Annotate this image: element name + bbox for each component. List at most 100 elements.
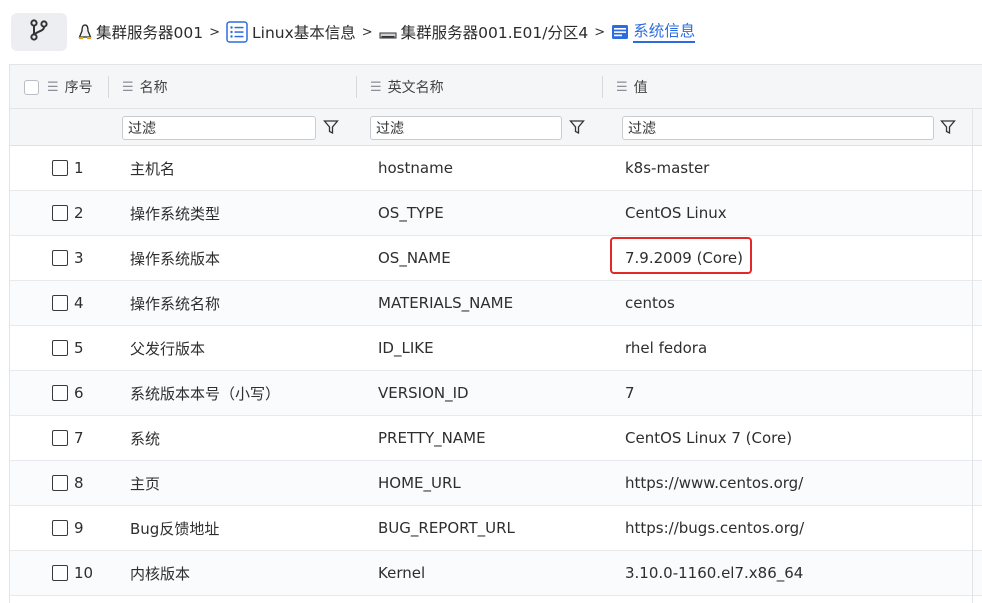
breadcrumb-label: 集群服务器001 [96, 24, 204, 42]
breadcrumb-label: 系统信息 [633, 21, 696, 43]
cell-english: OS_NAME [378, 249, 451, 267]
filter-icon[interactable] [936, 115, 960, 139]
column-header-value[interactable]: ☰ 值 [616, 65, 648, 109]
cell-english: MATERIALS_NAME [378, 294, 514, 312]
row-index: 10 [74, 564, 94, 582]
cell-english: HOME_URL [378, 474, 461, 492]
cell-name: Bug反馈地址 [130, 519, 220, 538]
breadcrumb-item-system-info[interactable]: 系统信息 [611, 21, 696, 43]
table-row[interactable]: 10 内核版本 Kernel 3.10.0-1160.el7.x86_64 [10, 551, 982, 596]
data-grid: ☰ 序号 ☰ 名称 ☰ 英文名称 ☰ 值 过滤 过滤 过滤 1 主机名 host… [9, 64, 982, 603]
cell-name: 系统 [130, 429, 161, 448]
table-row[interactable]: 1 主机名 hostname k8s-master [10, 146, 982, 191]
filter-icon[interactable] [565, 115, 589, 139]
breadcrumb-item-server[interactable]: 集群服务器001 [78, 21, 203, 43]
cell-name: 内核版本 [130, 564, 191, 583]
linux-tux-icon [78, 24, 92, 40]
cell-value: https://www.centos.org/ [625, 474, 804, 492]
row-index: 3 [74, 249, 84, 267]
row-checkbox[interactable] [52, 520, 68, 536]
filter-input-english[interactable]: 过滤 [370, 116, 562, 140]
cell-name: 主页 [130, 474, 161, 493]
row-checkbox[interactable] [52, 295, 68, 311]
cell-value: rhel fedora [625, 339, 708, 357]
cell-value: https://bugs.centos.org/ [625, 519, 805, 537]
breadcrumb-separator: > [594, 24, 606, 40]
column-menu-icon[interactable]: ☰ [47, 80, 59, 95]
table-row[interactable]: 7 系统 PRETTY_NAME CentOS Linux 7 (Core) [10, 416, 982, 461]
tree-toggle-button[interactable] [11, 13, 67, 51]
grid-right-border [972, 109, 973, 603]
info-table-icon [611, 23, 629, 41]
row-index: 6 [74, 384, 84, 402]
table-row[interactable]: 6 系统版本本号（小写） VERSION_ID 7 [10, 371, 982, 416]
cell-value: k8s-master [625, 159, 710, 177]
cell-english: OS_TYPE [378, 204, 444, 222]
grid-header: ☰ 序号 ☰ 名称 ☰ 英文名称 ☰ 值 [10, 65, 982, 109]
row-checkbox[interactable] [52, 475, 68, 491]
table-row[interactable]: 5 父发行版本 ID_LIKE rhel fedora [10, 326, 982, 371]
column-menu-icon[interactable]: ☰ [616, 80, 628, 95]
filter-row: 过滤 过滤 过滤 [10, 109, 982, 146]
column-label: 英文名称 [387, 80, 444, 96]
filter-input-name[interactable]: 过滤 [122, 116, 316, 140]
cell-english: Kernel [378, 564, 426, 582]
row-index: 8 [74, 474, 84, 492]
branch-icon [29, 19, 49, 45]
row-index: 9 [74, 519, 84, 537]
breadcrumb: 集群服务器001 > Linux基本信息 > 集群服务器001.E01/分区4 … [78, 18, 696, 46]
cell-value: CentOS Linux 7 (Core) [625, 429, 793, 447]
column-label: 名称 [139, 80, 168, 96]
row-index: 7 [74, 429, 84, 447]
row-checkbox[interactable] [52, 430, 68, 446]
breadcrumb-separator: > [209, 24, 220, 40]
breadcrumb-label: Linux基本信息 [252, 24, 356, 42]
column-header-name[interactable]: ☰ 名称 [122, 65, 168, 109]
highlight-annotation-box [610, 237, 752, 274]
cell-english: VERSION_ID [378, 384, 469, 402]
row-checkbox[interactable] [52, 160, 68, 176]
column-header-english[interactable]: ☰ 英文名称 [370, 65, 444, 109]
cell-value: 3.10.0-1160.el7.x86_64 [625, 564, 804, 582]
table-row[interactable]: 3 操作系统版本 OS_NAME 7.9.2009 (Core) [10, 236, 982, 281]
column-menu-icon[interactable]: ☰ [122, 80, 134, 95]
column-label: 序号 [64, 80, 93, 96]
row-index: 2 [74, 204, 84, 222]
breadcrumb-bar: 集群服务器001 > Linux基本信息 > 集群服务器001.E01/分区4 … [0, 0, 982, 62]
table-row[interactable]: 4 操作系统名称 MATERIALS_NAME centos [10, 281, 982, 326]
column-header-index[interactable]: ☰ 序号 [24, 65, 93, 109]
column-label: 值 [633, 80, 648, 96]
cell-name: 操作系统版本 [130, 249, 221, 268]
cell-english: hostname [378, 159, 453, 177]
table-row[interactable]: 8 主页 HOME_URL https://www.centos.org/ [10, 461, 982, 506]
cell-value: CentOS Linux [625, 204, 727, 222]
cell-name: 父发行版本 [130, 339, 206, 358]
table-row[interactable]: 9 Bug反馈地址 BUG_REPORT_URL https://bugs.ce… [10, 506, 982, 551]
cell-english: BUG_REPORT_URL [378, 519, 515, 537]
breadcrumb-label: 集群服务器001.E01/分区4 [400, 24, 589, 42]
row-checkbox[interactable] [52, 205, 68, 221]
cell-value: centos [625, 294, 675, 312]
filter-input-value[interactable]: 过滤 [622, 116, 934, 140]
cell-name: 系统版本本号（小写） [130, 384, 281, 403]
cell-name: 操作系统名称 [130, 294, 221, 313]
select-all-checkbox[interactable] [24, 79, 39, 95]
breadcrumb-item-linux-info[interactable]: Linux基本信息 [226, 21, 356, 43]
list-icon [226, 21, 248, 43]
cell-value: 7 [625, 384, 635, 402]
cell-english: PRETTY_NAME [378, 429, 486, 447]
breadcrumb-separator: > [361, 24, 373, 40]
row-checkbox[interactable] [52, 565, 68, 581]
row-checkbox[interactable] [52, 340, 68, 356]
table-row[interactable]: 2 操作系统类型 OS_TYPE CentOS Linux [10, 191, 982, 236]
row-index: 1 [74, 159, 84, 177]
row-index: 5 [74, 339, 84, 357]
row-checkbox[interactable] [52, 250, 68, 266]
partition-icon [379, 24, 397, 40]
breadcrumb-item-partition[interactable]: 集群服务器001.E01/分区4 [379, 21, 589, 43]
column-menu-icon[interactable]: ☰ [370, 80, 382, 95]
cell-name: 主机名 [130, 159, 176, 178]
filter-icon[interactable] [319, 115, 343, 139]
row-index: 4 [74, 294, 84, 312]
row-checkbox[interactable] [52, 385, 68, 401]
